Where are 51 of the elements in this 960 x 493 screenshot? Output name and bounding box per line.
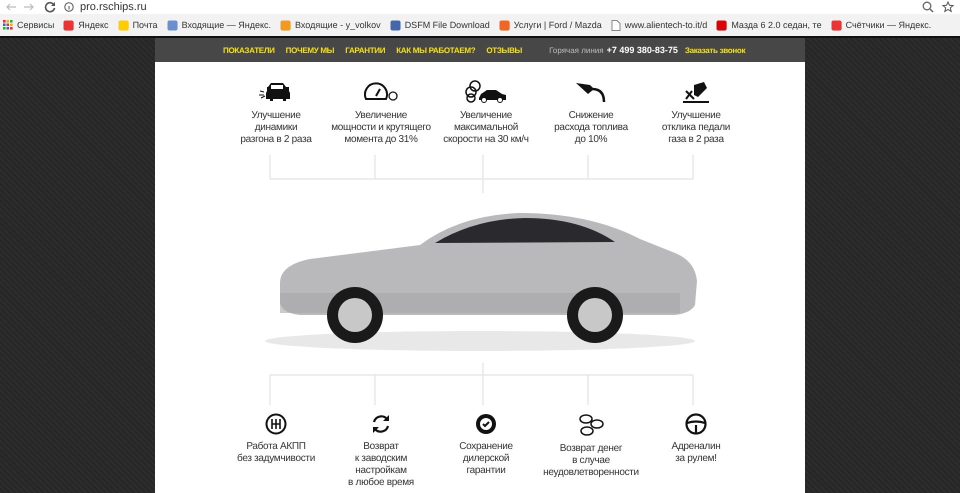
hotline-label: Горячая линия [549,46,604,54]
feature-label: Работа АКПП без задумчивости [237,441,315,465]
site-icon [166,20,178,30]
bookmark[interactable]: Услуги | Ford / Mazda [498,20,602,30]
site-icon [390,20,401,30]
callback-link[interactable]: Заказать звонок [684,46,746,54]
apps-grid-icon [3,20,13,30]
badge-check-icon [475,413,497,435]
car-front-icon [259,80,293,104]
site-icon [63,20,74,30]
bookmark[interactable]: Счётчики — Яндекс. [830,20,932,30]
site-icon [118,20,129,30]
page-icon [610,20,621,30]
feature-label: Адреналин за рулем! [672,441,720,465]
star-icon[interactable] [942,1,954,13]
feature-label: Увеличение мощности и крутящего момента до 31% [331,110,431,146]
bookmark[interactable]: Сервисы [3,20,54,30]
bookmark[interactable]: DSFM File Download [390,20,490,30]
feature-label: Возврат к заводским настройкам в любое время [348,441,414,489]
site-icon [498,20,510,30]
nav-link[interactable]: ПОЧЕМУ МЫ [286,46,334,54]
nav-link[interactable]: ПОКАЗАТЕЛИ [223,46,275,54]
site-icon [716,20,728,30]
info-icon[interactable] [64,2,74,12]
feature-label: Возврат денег в случае неудовлетворенности [543,443,639,479]
bookmark[interactable]: Мазда 6 2.0 седан, те [716,20,822,30]
pedal-icon [682,80,710,104]
refresh-icon [370,413,392,435]
nav-link[interactable]: ОТЗЫВЫ [486,46,522,54]
bookmark[interactable]: www.alientech-to.it/d [610,20,708,30]
car-smoke-icon [465,80,507,104]
gear-shift-icon [265,413,287,435]
reload-icon[interactable] [44,1,56,13]
feature-label: Улучшение отклика педали газа в 2 раза [662,110,730,146]
bookmark[interactable]: Входящие — Яндекс. [166,20,271,30]
zoom-icon[interactable] [922,1,934,13]
feature-label: Улучшение динамики разгона в 2 раза [240,110,312,146]
site-icon [830,20,842,30]
fuel-nozzle-icon [575,80,607,104]
bookmark[interactable]: Яндекс [63,20,109,30]
site-icon [280,20,291,30]
feature-label: Сохранение дилерской гарантии [459,441,513,477]
steering-wheel-icon [685,413,707,435]
bookmark[interactable]: Почта [118,20,158,30]
feature-label: Снижение расхода топлива до 10% [554,110,628,146]
phone-number: +7 499 380-83-75 [606,45,678,55]
nav-link[interactable]: ГАРАНТИИ [345,46,386,54]
bookmark[interactable]: Входящие - y_volkov [280,20,381,30]
nav-link[interactable]: КАК МЫ РАБОТАЕМ? [396,46,476,54]
feature-label: Увеличение максимальной скорости на 30 км/ч [443,110,529,146]
coins-icon [578,413,604,437]
